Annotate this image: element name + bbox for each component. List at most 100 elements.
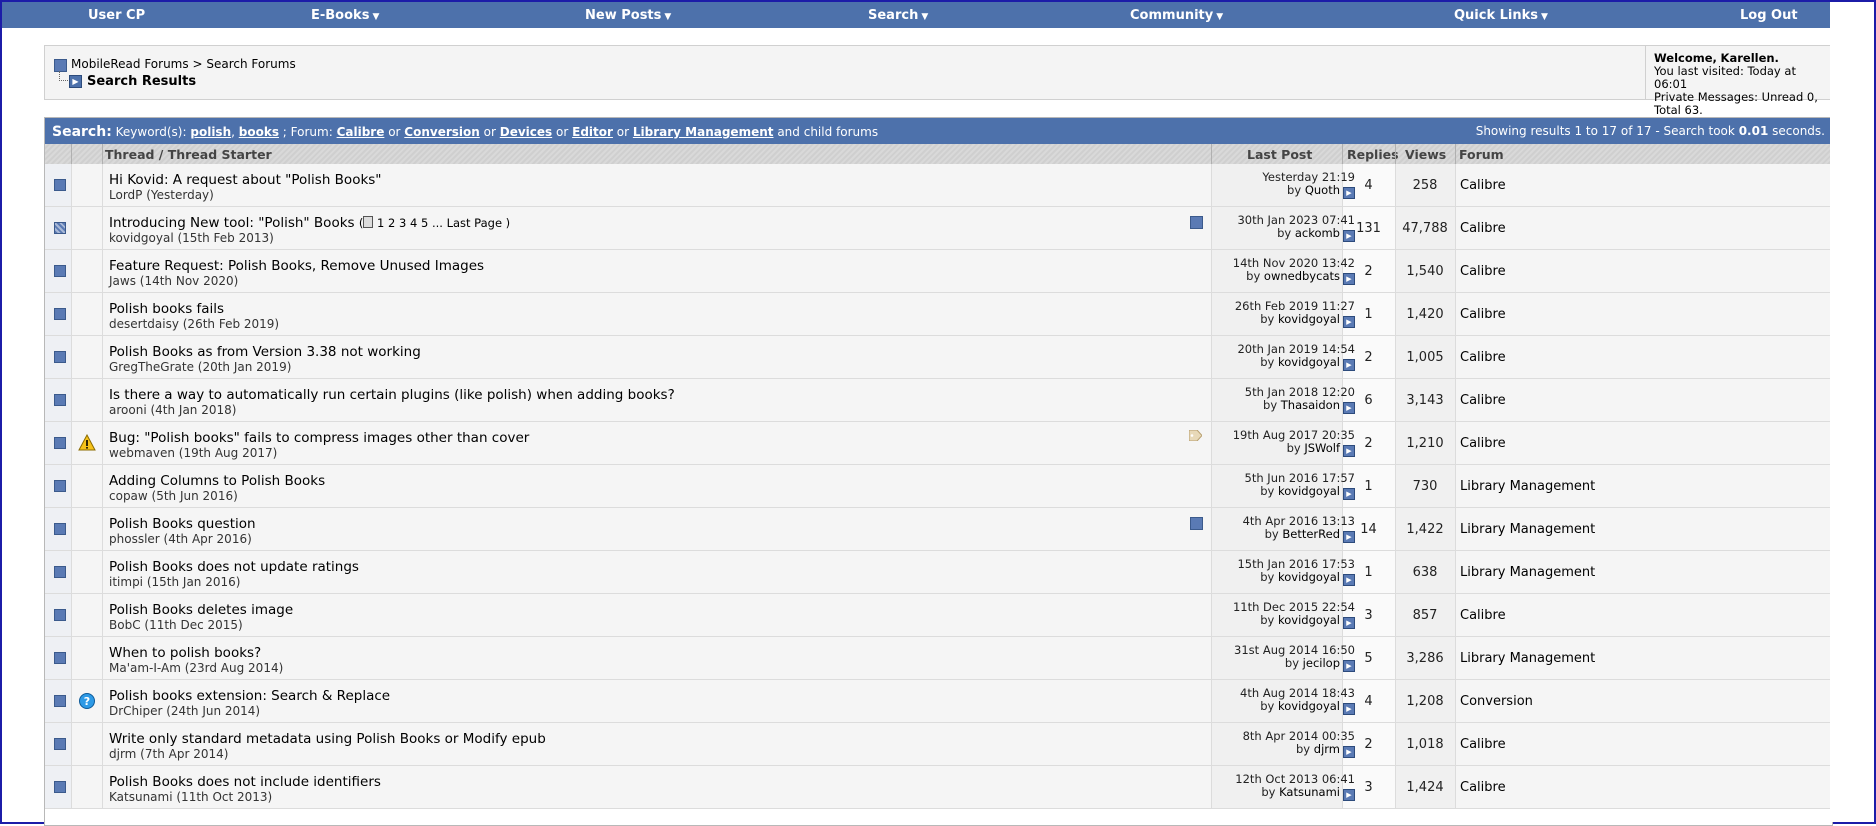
col-last-post[interactable]: Last Post bbox=[1247, 147, 1312, 162]
forum-link[interactable]: Calibre bbox=[1460, 178, 1506, 193]
thread-starter[interactable]: Katsunami (11th Oct 2013) bbox=[109, 790, 272, 804]
last-post-user[interactable]: Thasaidon bbox=[1281, 398, 1340, 412]
replies-count[interactable]: 5 bbox=[1342, 651, 1395, 666]
thread-title-link[interactable]: Polish books fails bbox=[109, 301, 224, 317]
forum-link-library-management[interactable]: Library Management bbox=[633, 125, 774, 139]
thread-starter[interactable]: LordP (Yesterday) bbox=[109, 188, 214, 202]
last-post-user[interactable]: ownedbycats bbox=[1264, 269, 1340, 283]
forum-link-editor[interactable]: Editor bbox=[572, 125, 613, 139]
forum-link[interactable]: Calibre bbox=[1460, 436, 1506, 451]
thread-starter[interactable]: itimpi (15th Jan 2016) bbox=[109, 575, 240, 589]
thread-title-link[interactable]: Hi Kovid: A request about "Polish Books" bbox=[109, 172, 382, 188]
last-post-user[interactable]: JSWolf bbox=[1304, 441, 1340, 455]
forum-link[interactable]: Calibre bbox=[1460, 737, 1506, 752]
replies-count[interactable]: 3 bbox=[1342, 780, 1395, 795]
thread-starter[interactable]: kovidgoyal (15th Feb 2013) bbox=[109, 231, 274, 245]
page-link[interactable]: 2 bbox=[388, 216, 395, 230]
col-thread[interactable]: Thread / Thread Starter bbox=[105, 147, 272, 162]
replies-count[interactable]: 4 bbox=[1342, 178, 1395, 193]
thread-starter[interactable]: arooni (4th Jan 2018) bbox=[109, 403, 236, 417]
nav-new-posts[interactable]: New Posts ▼ bbox=[585, 8, 671, 23]
thread-starter[interactable]: webmaven (19th Aug 2017) bbox=[109, 446, 277, 460]
breadcrumb-root-link[interactable]: MobileRead Forums bbox=[71, 57, 189, 71]
thread-starter[interactable]: BobC (11th Dec 2015) bbox=[109, 618, 243, 632]
thread-starter[interactable]: phossler (4th Apr 2016) bbox=[109, 532, 252, 546]
nav-user-cp[interactable]: User CP bbox=[88, 8, 145, 23]
thread-starter[interactable]: Jaws (14th Nov 2020) bbox=[109, 274, 238, 288]
last-post-user[interactable]: kovidgoyal bbox=[1278, 699, 1340, 713]
last-post-user[interactable]: kovidgoyal bbox=[1278, 355, 1340, 369]
nav-community[interactable]: Community ▼ bbox=[1130, 8, 1223, 23]
page-link[interactable]: 1 bbox=[377, 216, 384, 230]
replies-count[interactable]: 1 bbox=[1342, 307, 1395, 322]
last-post-user[interactable]: kovidgoyal bbox=[1278, 613, 1340, 627]
nav-log-out[interactable]: Log Out bbox=[1740, 8, 1798, 23]
breadcrumb-parent-link[interactable]: Search Forums bbox=[206, 57, 295, 71]
last-post-user[interactable]: kovidgoyal bbox=[1278, 484, 1340, 498]
forum-link[interactable]: Calibre bbox=[1460, 264, 1506, 279]
replies-count[interactable]: 6 bbox=[1342, 393, 1395, 408]
page-link[interactable]: ... bbox=[432, 216, 443, 230]
nav-search[interactable]: Search ▼ bbox=[868, 8, 928, 23]
thread-title-link[interactable]: Feature Request: Polish Books, Remove Un… bbox=[109, 258, 484, 274]
replies-count[interactable]: 1 bbox=[1342, 565, 1395, 580]
forum-link-devices[interactable]: Devices bbox=[500, 125, 552, 139]
thread-title-link[interactable]: Polish Books does not include identifier… bbox=[109, 774, 381, 790]
thread-starter[interactable]: GregTheGrate (20th Jan 2019) bbox=[109, 360, 291, 374]
last-post-user[interactable]: Katsunami bbox=[1279, 785, 1340, 799]
keyword-link[interactable]: books bbox=[239, 125, 279, 139]
thread-title-link[interactable]: Write only standard metadata using Polis… bbox=[109, 731, 546, 747]
thread-title-link[interactable]: Polish Books does not update ratings bbox=[109, 559, 359, 575]
forum-link[interactable]: Calibre bbox=[1460, 221, 1506, 236]
page-link[interactable]: 5 bbox=[421, 216, 428, 230]
replies-count[interactable]: 2 bbox=[1342, 737, 1395, 752]
forum-link[interactable]: Calibre bbox=[1460, 393, 1506, 408]
thread-title-link[interactable]: Introducing New tool: "Polish" Books ( 1… bbox=[109, 215, 510, 231]
replies-count[interactable]: 14 bbox=[1342, 522, 1395, 537]
forum-link[interactable]: Library Management bbox=[1460, 522, 1595, 537]
forum-link[interactable]: Calibre bbox=[1460, 350, 1506, 365]
nav-ebooks[interactable]: E-Books ▼ bbox=[311, 8, 379, 23]
thread-starter[interactable]: DrChiper (24th Jun 2014) bbox=[109, 704, 260, 718]
forum-link-conversion[interactable]: Conversion bbox=[404, 125, 480, 139]
thread-title-link[interactable]: Polish Books deletes image bbox=[109, 602, 293, 618]
thread-title-link[interactable]: Bug: "Polish books" fails to compress im… bbox=[109, 430, 529, 446]
replies-count[interactable]: 131 bbox=[1342, 221, 1395, 236]
forum-link[interactable]: Calibre bbox=[1460, 780, 1506, 795]
thread-title-link[interactable]: Polish books extension: Search & Replace bbox=[109, 688, 390, 704]
replies-count[interactable]: 2 bbox=[1342, 436, 1395, 451]
thread-title-link[interactable]: Is there a way to automatically run cert… bbox=[109, 387, 675, 403]
last-post-user[interactable]: ackomb bbox=[1295, 226, 1340, 240]
last-post-user[interactable]: jecilop bbox=[1303, 656, 1340, 670]
page-link[interactable]: 4 bbox=[410, 216, 417, 230]
thread-starter[interactable]: djrm (7th Apr 2014) bbox=[109, 747, 228, 761]
thread-title-link[interactable]: Polish Books as from Version 3.38 not wo… bbox=[109, 344, 421, 360]
forum-link[interactable]: Conversion bbox=[1460, 694, 1533, 709]
last-post-user[interactable]: BetterRed bbox=[1282, 527, 1340, 541]
forum-link[interactable]: Calibre bbox=[1460, 307, 1506, 322]
private-messages[interactable]: Private Messages: Unread 0, Total 63. bbox=[1654, 91, 1831, 117]
page-link[interactable]: 3 bbox=[399, 216, 406, 230]
thread-title-link[interactable]: Polish Books question bbox=[109, 516, 256, 532]
forum-link[interactable]: Library Management bbox=[1460, 479, 1595, 494]
thread-starter[interactable]: copaw (5th Jun 2016) bbox=[109, 489, 238, 503]
thread-title-link[interactable]: When to polish books? bbox=[109, 645, 261, 661]
col-views[interactable]: Views bbox=[1405, 147, 1446, 162]
thread-starter[interactable]: desertdaisy (26th Feb 2019) bbox=[109, 317, 279, 331]
last-post-user[interactable]: kovidgoyal bbox=[1278, 312, 1340, 326]
page-link[interactable]: Last Page bbox=[447, 216, 502, 230]
col-replies[interactable]: Replies bbox=[1347, 147, 1399, 162]
nav-quick-links[interactable]: Quick Links ▼ bbox=[1454, 8, 1548, 23]
forum-link[interactable]: Library Management bbox=[1460, 565, 1595, 580]
replies-count[interactable]: 2 bbox=[1342, 350, 1395, 365]
replies-count[interactable]: 3 bbox=[1342, 608, 1395, 623]
replies-count[interactable]: 2 bbox=[1342, 264, 1395, 279]
last-post-user[interactable]: djrm bbox=[1314, 742, 1340, 756]
last-post-user[interactable]: Quoth bbox=[1305, 183, 1340, 197]
last-post-user[interactable]: kovidgoyal bbox=[1278, 570, 1340, 584]
thread-starter[interactable]: Ma'am-I-Am (23rd Aug 2014) bbox=[109, 661, 283, 675]
replies-count[interactable]: 4 bbox=[1342, 694, 1395, 709]
forum-link-calibre[interactable]: Calibre bbox=[337, 125, 385, 139]
thread-title-link[interactable]: Adding Columns to Polish Books bbox=[109, 473, 325, 489]
col-forum[interactable]: Forum bbox=[1459, 147, 1504, 162]
